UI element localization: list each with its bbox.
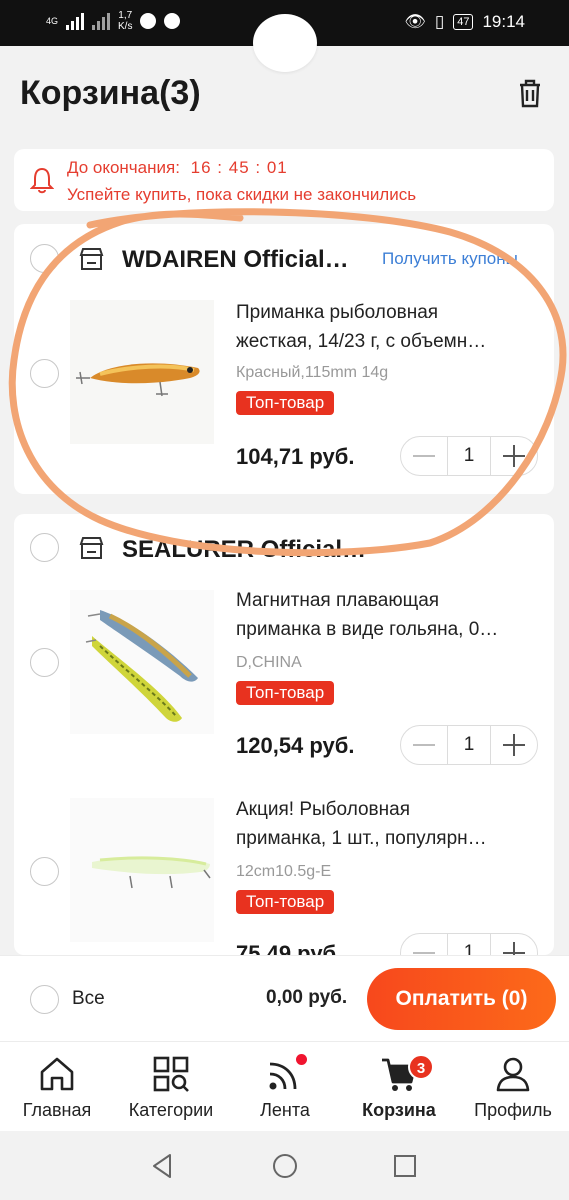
- pay-button[interactable]: Оплатить (0): [367, 968, 556, 1030]
- checkout-bar: Все 0,00 руб. Оплатить (0): [0, 955, 569, 1041]
- cart-count-badge: 3: [408, 1054, 434, 1080]
- countdown-line: До окончания: 16 : 45 : 01: [67, 158, 288, 178]
- signal-icon-2: [92, 12, 111, 30]
- clock: 19:14: [482, 12, 525, 31]
- signal-icon: [66, 12, 85, 30]
- speed-unit: K/s: [118, 21, 133, 32]
- bell-icon: [30, 167, 54, 194]
- discount-countdown-banner: До окончания: 16 : 45 : 01 Успейте купит…: [14, 149, 554, 211]
- tab-home[interactable]: Главная: [0, 1042, 114, 1132]
- quantity-value[interactable]: 1: [447, 437, 491, 475]
- network-type: 4G: [46, 16, 59, 26]
- store-icon: [79, 537, 104, 559]
- quantity-value[interactable]: 1: [447, 726, 491, 764]
- product-title-line1: Магнитная плавающая: [236, 590, 440, 611]
- store-select-checkbox[interactable]: [30, 244, 59, 273]
- store-name[interactable]: WDAIREN Official…: [122, 246, 349, 274]
- get-coupons-link[interactable]: Получить купоны: [382, 249, 518, 269]
- product-variant[interactable]: Красный,115mm 14g: [236, 364, 388, 382]
- item-select-checkbox[interactable]: [30, 648, 59, 677]
- increase-quantity-button[interactable]: [491, 437, 537, 475]
- bottom-navigation: Главная Категории Лента 3 Корзина Профил…: [0, 1041, 569, 1131]
- top-product-badge: Топ-товар: [236, 890, 335, 914]
- tab-cart[interactable]: 3 Корзина: [342, 1042, 456, 1132]
- recents-icon[interactable]: [390, 1151, 420, 1181]
- store-icon: [79, 248, 104, 270]
- pull-handle: [253, 14, 317, 72]
- page-title: Корзина(3): [20, 74, 201, 112]
- store-card-wdairen: WDAIREN Official… Получить купоны Приман…: [14, 224, 554, 494]
- home-button-icon[interactable]: [270, 1151, 300, 1181]
- feed-notification-dot: [296, 1054, 307, 1065]
- vibrate-icon: ▯: [434, 12, 445, 31]
- store-name[interactable]: SEALURER Official…: [122, 536, 366, 564]
- product-title-line1: Акция! Рыболовная: [236, 799, 410, 820]
- product-title-line1: Приманка рыболовная: [236, 302, 439, 323]
- item-select-checkbox[interactable]: [30, 359, 59, 388]
- back-icon[interactable]: [148, 1151, 178, 1181]
- product-title[interactable]: Приманка рыболовная жесткая, 14/23 г, с …: [236, 298, 536, 356]
- product-image[interactable]: [70, 300, 214, 444]
- countdown-message: Успейте купить, пока скидки не закончили…: [67, 185, 417, 204]
- profile-icon: [496, 1057, 530, 1092]
- data-speed: 1,7 K/s: [118, 10, 132, 32]
- tab-label: Категории: [128, 1100, 214, 1120]
- product-variant[interactable]: D,CHINA: [236, 654, 302, 672]
- product-image[interactable]: [70, 590, 214, 734]
- item-select-checkbox[interactable]: [30, 857, 59, 886]
- tab-profile[interactable]: Профиль: [456, 1042, 569, 1132]
- cart-total: 0,00 руб.: [266, 987, 348, 1008]
- speed-value: 1,7: [118, 10, 133, 21]
- decrease-quantity-button[interactable]: [401, 437, 447, 475]
- increase-quantity-button[interactable]: [491, 934, 537, 955]
- quantity-stepper: 1: [400, 725, 538, 765]
- decrease-quantity-button[interactable]: [401, 934, 447, 955]
- home-icon: [40, 1057, 74, 1091]
- quantity-stepper: 1: [400, 933, 538, 955]
- countdown-label: До окончания:: [67, 158, 180, 177]
- tab-label: Лента: [260, 1100, 310, 1120]
- product-title-line2: приманка в виде гольяна, 0…: [236, 619, 499, 640]
- system-navigation-bar: [0, 1131, 569, 1200]
- product-price: 75,49 руб.: [236, 941, 343, 955]
- increase-quantity-button[interactable]: [491, 726, 537, 764]
- product-image[interactable]: [70, 798, 214, 942]
- product-price: 120,54 руб.: [236, 733, 355, 758]
- tab-feed[interactable]: Лента: [228, 1042, 342, 1132]
- trash-icon[interactable]: [513, 76, 547, 110]
- product-title[interactable]: Магнитная плавающая приманка в виде голь…: [236, 586, 536, 644]
- telegram-icon: [140, 13, 157, 29]
- tab-categories[interactable]: Категории: [114, 1042, 228, 1132]
- quantity-stepper: 1: [400, 436, 538, 476]
- select-all-checkbox[interactable]: [30, 985, 59, 1014]
- store-select-checkbox[interactable]: [30, 533, 59, 562]
- tab-label: Главная: [22, 1100, 92, 1120]
- top-product-badge: Топ-товар: [236, 681, 335, 705]
- categories-icon: [153, 1056, 189, 1092]
- product-title-line2: жесткая, 14/23 г, с объемн…: [236, 331, 487, 352]
- decrease-quantity-button[interactable]: [401, 726, 447, 764]
- tab-label: Профиль: [474, 1100, 552, 1120]
- product-variant[interactable]: 12cm10.5g-E: [236, 863, 331, 881]
- eye-icon: 👁: [404, 12, 426, 31]
- quantity-value[interactable]: 1: [447, 934, 491, 955]
- viber-icon: [164, 13, 181, 29]
- product-title[interactable]: Акция! Рыболовная приманка, 1 шт., попул…: [236, 795, 536, 853]
- tab-label: Корзина: [362, 1100, 436, 1120]
- battery-indicator: 47: [453, 14, 474, 30]
- product-price: 104,71 руб.: [236, 444, 355, 469]
- top-product-badge: Топ-товар: [236, 391, 335, 415]
- select-all-label[interactable]: Все: [72, 988, 105, 1010]
- store-card-sealurer: SEALURER Official… Магнитная плавающая п…: [14, 514, 554, 955]
- countdown-time: 16 : 45 : 01: [190, 158, 288, 177]
- product-title-line2: приманка, 1 шт., популярн…: [236, 828, 487, 849]
